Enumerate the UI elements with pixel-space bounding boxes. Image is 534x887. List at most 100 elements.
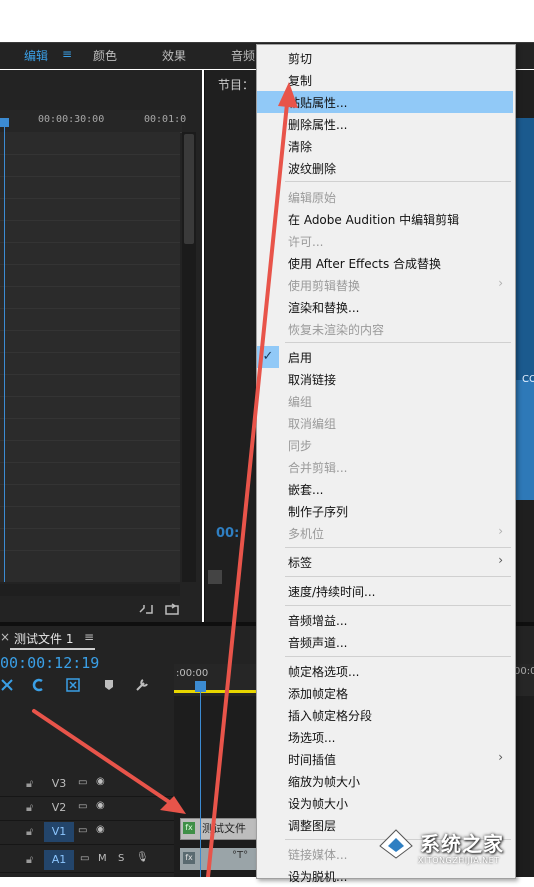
menu-item-edit-in-audition[interactable]: 在 Adobe Audition 中编辑剪辑: [257, 208, 513, 230]
menu-item-time-interpolation[interactable]: 时间插值 ›: [257, 748, 513, 770]
microphone-icon[interactable]: 🎙︎: [136, 852, 149, 863]
menu-item-enable[interactable]: ✓ 启用: [257, 346, 513, 368]
window-top-area: [0, 0, 534, 42]
linked-selection-icon[interactable]: [32, 678, 46, 692]
menu-item-remove-attributes[interactable]: 删除属性...: [257, 113, 513, 135]
workspace-tab-edit[interactable]: 编辑: [24, 47, 48, 64]
eye-icon[interactable]: ◉: [96, 800, 105, 811]
lock-icon[interactable]: 🔓︎: [26, 853, 33, 867]
track-name[interactable]: V2: [44, 798, 74, 818]
eye-icon[interactable]: ◉: [96, 824, 105, 835]
menu-item-scale-to-frame[interactable]: 缩放为帧大小: [257, 770, 513, 792]
workspace-menu-icon[interactable]: ≡: [62, 47, 72, 61]
sync-lock-icon[interactable]: ▭: [78, 825, 87, 836]
menu-item-make-offline[interactable]: 设为脱机...: [257, 865, 513, 887]
menu-item-cut[interactable]: 剪切: [257, 47, 513, 69]
menu-item-label: 设为帧大小: [288, 797, 349, 811]
timeline-ruler-timecode: :00:00: [176, 668, 209, 679]
workspace-tab-audio[interactable]: 音频: [231, 47, 255, 64]
menu-item-merge-clips[interactable]: 合并剪辑...: [257, 456, 513, 478]
menu-item-replace-with-ae[interactable]: 使用 After Effects 合成替换: [257, 252, 513, 274]
solo-button[interactable]: S: [118, 853, 124, 864]
menu-item-make-subsequence[interactable]: 制作子序列: [257, 500, 513, 522]
lock-icon[interactable]: 🔓︎: [26, 777, 33, 791]
wrench-icon[interactable]: [134, 678, 150, 692]
track-row-v3: 🔓︎ V3 ▭ ◉: [0, 772, 174, 797]
sync-lock-icon[interactable]: ▭: [78, 777, 87, 788]
program-timecode[interactable]: 00:: [216, 526, 239, 541]
source-bottom-controls: [0, 598, 202, 622]
menu-item-field-options[interactable]: 场选项...: [257, 726, 513, 748]
source-time-ruler[interactable]: 00:00:30:00 00:01:0: [0, 110, 186, 133]
track-name[interactable]: V3: [44, 774, 74, 794]
menu-item-license[interactable]: 许可...: [257, 230, 513, 252]
marker-icon[interactable]: [104, 678, 114, 692]
menu-item-label: 速度/持续时间...: [288, 585, 376, 599]
mute-button[interactable]: M: [98, 853, 107, 864]
menu-item-label: 清除: [288, 140, 313, 154]
menu-item-add-frame-hold[interactable]: 添加帧定格: [257, 682, 513, 704]
menu-item-label: 标签: [288, 556, 313, 570]
menu-item-speed-duration[interactable]: 速度/持续时间...: [257, 580, 513, 602]
menu-separator: [285, 342, 511, 343]
source-ruler-timecode: 00:01:0: [144, 114, 187, 125]
menu-item-label: 启用: [288, 351, 313, 365]
menu-item-ripple-delete[interactable]: 波纹删除: [257, 157, 513, 179]
track-name[interactable]: A1: [44, 850, 74, 870]
workspace-tab-effects[interactable]: 效果: [162, 47, 186, 64]
menu-item-frame-hold-options[interactable]: 帧定格选项...: [257, 660, 513, 682]
fx-badge-icon: fx: [183, 822, 195, 834]
menu-item-edit-original[interactable]: 编辑原始: [257, 186, 513, 208]
menu-item-multi-camera[interactable]: 多机位 ›: [257, 522, 513, 544]
menu-item-copy[interactable]: 复制: [257, 69, 513, 91]
timeline-close-icon[interactable]: ×: [0, 630, 10, 644]
track-row-v1: 🔓︎ V1 ▭ ◉: [0, 820, 174, 845]
menu-item-paste-attributes[interactable]: 粘贴属性...: [257, 91, 513, 113]
timeline-tab-menu-icon[interactable]: ≡: [84, 630, 94, 644]
menu-item-replace-with-clip[interactable]: 使用剪辑替换 ›: [257, 274, 513, 296]
menu-item-label: 音频声道...: [288, 636, 348, 650]
menu-item-synchronize[interactable]: 同步: [257, 434, 513, 456]
source-scroll-thumb[interactable]: [184, 134, 194, 244]
menu-item-label: 复制: [288, 74, 313, 88]
insert-icon[interactable]: [138, 602, 154, 616]
source-track-area[interactable]: [0, 132, 180, 582]
lock-icon[interactable]: 🔓︎: [26, 801, 33, 815]
timeline-timecode[interactable]: 00:00:12:19: [0, 654, 99, 672]
source-playhead-handle[interactable]: [0, 118, 9, 127]
workspace-tab-color[interactable]: 颜色: [93, 47, 117, 64]
export-frame-icon[interactable]: [164, 602, 180, 616]
menu-item-insert-frame-hold[interactable]: 插入帧定格分段: [257, 704, 513, 726]
add-marker-icon[interactable]: [66, 678, 82, 692]
menu-item-unlink[interactable]: 取消链接: [257, 368, 513, 390]
source-horizontal-scrollbar[interactable]: [0, 584, 180, 596]
program-video-text: CO: [522, 374, 534, 385]
menu-item-audio-channels[interactable]: 音频声道...: [257, 631, 513, 653]
eye-icon[interactable]: ◉: [96, 776, 105, 787]
menu-item-label: 合并剪辑...: [288, 461, 348, 475]
sync-lock-icon[interactable]: ▭: [78, 801, 87, 812]
menu-item-group[interactable]: 编组: [257, 390, 513, 412]
track-name[interactable]: V1: [44, 822, 74, 842]
menu-separator: [285, 656, 511, 657]
program-control-icon[interactable]: [208, 570, 222, 584]
menu-item-audio-gain[interactable]: 音频增益...: [257, 609, 513, 631]
menu-separator: [285, 576, 511, 577]
menu-item-nest[interactable]: 嵌套...: [257, 478, 513, 500]
menu-item-render-and-replace[interactable]: 渲染和替换...: [257, 296, 513, 318]
menu-item-clear[interactable]: 清除: [257, 135, 513, 157]
menu-item-label: 删除属性...: [288, 118, 348, 132]
watermark-text: 系统之家: [420, 832, 504, 856]
menu-item-set-to-frame[interactable]: 设为帧大小: [257, 792, 513, 814]
timeline-playhead-handle[interactable]: [195, 681, 206, 692]
lock-icon[interactable]: 🔓︎: [26, 825, 33, 839]
menu-item-label: 音频增益...: [288, 614, 348, 628]
menu-item-label-submenu[interactable]: 标签 ›: [257, 551, 513, 573]
sync-lock-icon[interactable]: ▭: [80, 853, 89, 864]
menu-separator: [285, 181, 511, 182]
menu-item-restore-unrendered[interactable]: 恢复未渲染的内容: [257, 318, 513, 340]
menu-item-label: 同步: [288, 439, 313, 453]
snap-icon[interactable]: [0, 678, 14, 692]
menu-item-ungroup[interactable]: 取消编组: [257, 412, 513, 434]
timeline-sequence-tab[interactable]: 测试文件 1: [14, 630, 73, 647]
